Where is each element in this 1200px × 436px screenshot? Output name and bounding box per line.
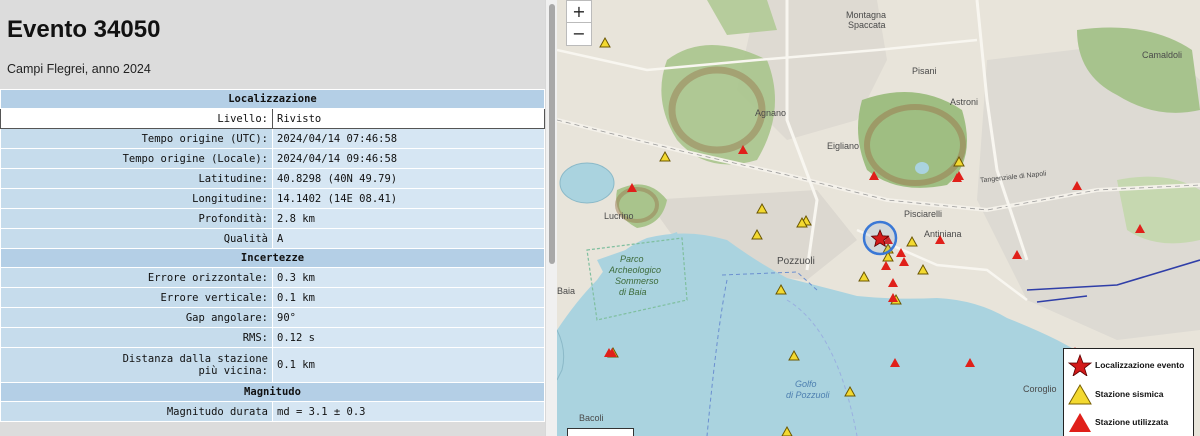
page-subtitle: Campi Flegrei, anno 2024 [7,62,151,76]
section-localizzazione: Localizzazione [0,89,545,109]
seismic-station-marker[interactable] [751,228,763,240]
profondita-value: 2.8 km [272,208,545,229]
tempo-locale-label: Tempo origine (Locale): [0,148,273,169]
rms-label: RMS: [0,327,273,348]
distanza-stazione-value: 0.1 km [272,347,545,383]
longitudine-value: 14.1402 (14E 08.41) [272,188,545,209]
seismic-station-marker[interactable] [775,283,787,295]
used-station-marker[interactable] [935,235,945,244]
scrollbar-thumb[interactable] [549,4,555,264]
section-magnitudo: Magnitudo [0,382,545,402]
used-station-marker[interactable] [738,145,748,154]
event-map[interactable]: Montagna Spaccata Pisani Camaldoli Astro… [557,0,1200,436]
row-rms: RMS: 0.12 s [0,327,545,348]
qualita-value: A [272,228,545,249]
tempo-locale-value: 2024/04/14 09:46:58 [272,148,545,169]
seismic-station-marker[interactable] [858,270,870,282]
row-magnitudo-durata: Magnitudo durata md = 3.1 ± 0.3 [0,401,545,422]
row-tempo-locale: Tempo origine (Locale): 2024/04/14 09:46… [0,148,545,169]
rms-value: 0.12 s [272,327,545,348]
row-livello: Livello: Rivisto [0,108,545,129]
tempo-utc-label: Tempo origine (UTC): [0,128,273,149]
row-errore-orizzontale: Errore orizzontale: 0.3 km [0,267,545,288]
used-station-marker[interactable] [881,261,891,270]
livello-label: Livello: [0,108,273,129]
row-latitudine: Latitudine: 40.8298 (40N 49.79) [0,168,545,189]
row-qualita: Qualità A [0,228,545,249]
section-incertezze: Incertezze [0,248,545,268]
row-errore-verticale: Errore verticale: 0.1 km [0,287,545,308]
used-station-marker[interactable] [1135,224,1145,233]
gap-angolare-value: 90° [272,307,545,328]
row-longitudine: Longitudine: 14.1402 (14E 08.41) [0,188,545,209]
used-station-triangle-icon [1069,413,1091,432]
errore-orizzontale-value: 0.3 km [272,267,545,288]
row-profondita: Profondità: 2.8 km [0,208,545,229]
seismic-station-marker[interactable] [599,36,611,48]
distanza-stazione-label: Distanza dalla stazione più vicina: [0,347,273,383]
used-station-marker[interactable] [1012,250,1022,259]
used-station-marker[interactable] [899,257,909,266]
event-info-table: Localizzazione Livello: Rivisto Tempo or… [0,89,545,422]
livello-value: Rivisto [272,108,545,129]
seismic-station-triangle-icon [1068,384,1092,405]
gap-angolare-label: Gap angolare: [0,307,273,328]
used-station-marker[interactable] [627,183,637,192]
legend-seismic-station: Stazione sismica [1064,381,1195,407]
tempo-utc-value: 2024/04/14 07:46:58 [272,128,545,149]
row-gap-angolare: Gap angolare: 90° [0,307,545,328]
map-scale-control [567,428,634,436]
row-distanza-stazione: Distanza dalla stazione più vicina: 0.1 … [0,347,545,383]
legend-used-station: Stazione utilizzata [1064,409,1195,435]
page-title: Evento 34050 [7,16,161,43]
event-star-icon [1067,354,1093,376]
zoom-in-button[interactable]: + [566,0,592,23]
magnitudo-durata-label: Magnitudo durata [0,401,273,422]
seismic-station-marker[interactable] [844,385,856,397]
errore-orizzontale-label: Errore orizzontale: [0,267,273,288]
longitudine-label: Longitudine: [0,188,273,209]
seismic-station-marker[interactable] [756,202,768,214]
panel-scrollbar[interactable] [545,0,557,436]
used-station-marker[interactable] [890,358,900,367]
errore-verticale-label: Errore verticale: [0,287,273,308]
used-station-marker[interactable] [965,358,975,367]
seismic-station-marker[interactable] [917,263,929,275]
row-tempo-utc: Tempo origine (UTC): 2024/04/14 07:46:58 [0,128,545,149]
seismic-station-marker[interactable] [781,425,793,436]
used-station-marker[interactable] [1072,181,1082,190]
zoom-out-button[interactable]: − [566,22,592,46]
magnitudo-durata-value: md = 3.1 ± 0.3 [272,401,545,422]
seismic-station-marker[interactable] [906,235,918,247]
latitudine-value: 40.8298 (40N 49.79) [272,168,545,189]
qualita-label: Qualità [0,228,273,249]
errore-verticale-value: 0.1 km [272,287,545,308]
used-station-marker[interactable] [869,171,879,180]
map-legend: Localizzazione evento Stazione sismica S… [1063,348,1194,436]
event-details-panel: Evento 34050 Campi Flegrei, anno 2024 Lo… [0,0,545,436]
seismic-station-marker[interactable] [788,349,800,361]
used-station-marker[interactable] [896,248,906,257]
legend-event: Localizzazione evento [1064,352,1195,378]
used-station-marker[interactable] [888,278,898,287]
latitudine-label: Latitudine: [0,168,273,189]
seismic-station-marker[interactable] [659,150,671,162]
profondita-label: Profondità: [0,208,273,229]
seismic-station-marker[interactable] [953,155,965,167]
